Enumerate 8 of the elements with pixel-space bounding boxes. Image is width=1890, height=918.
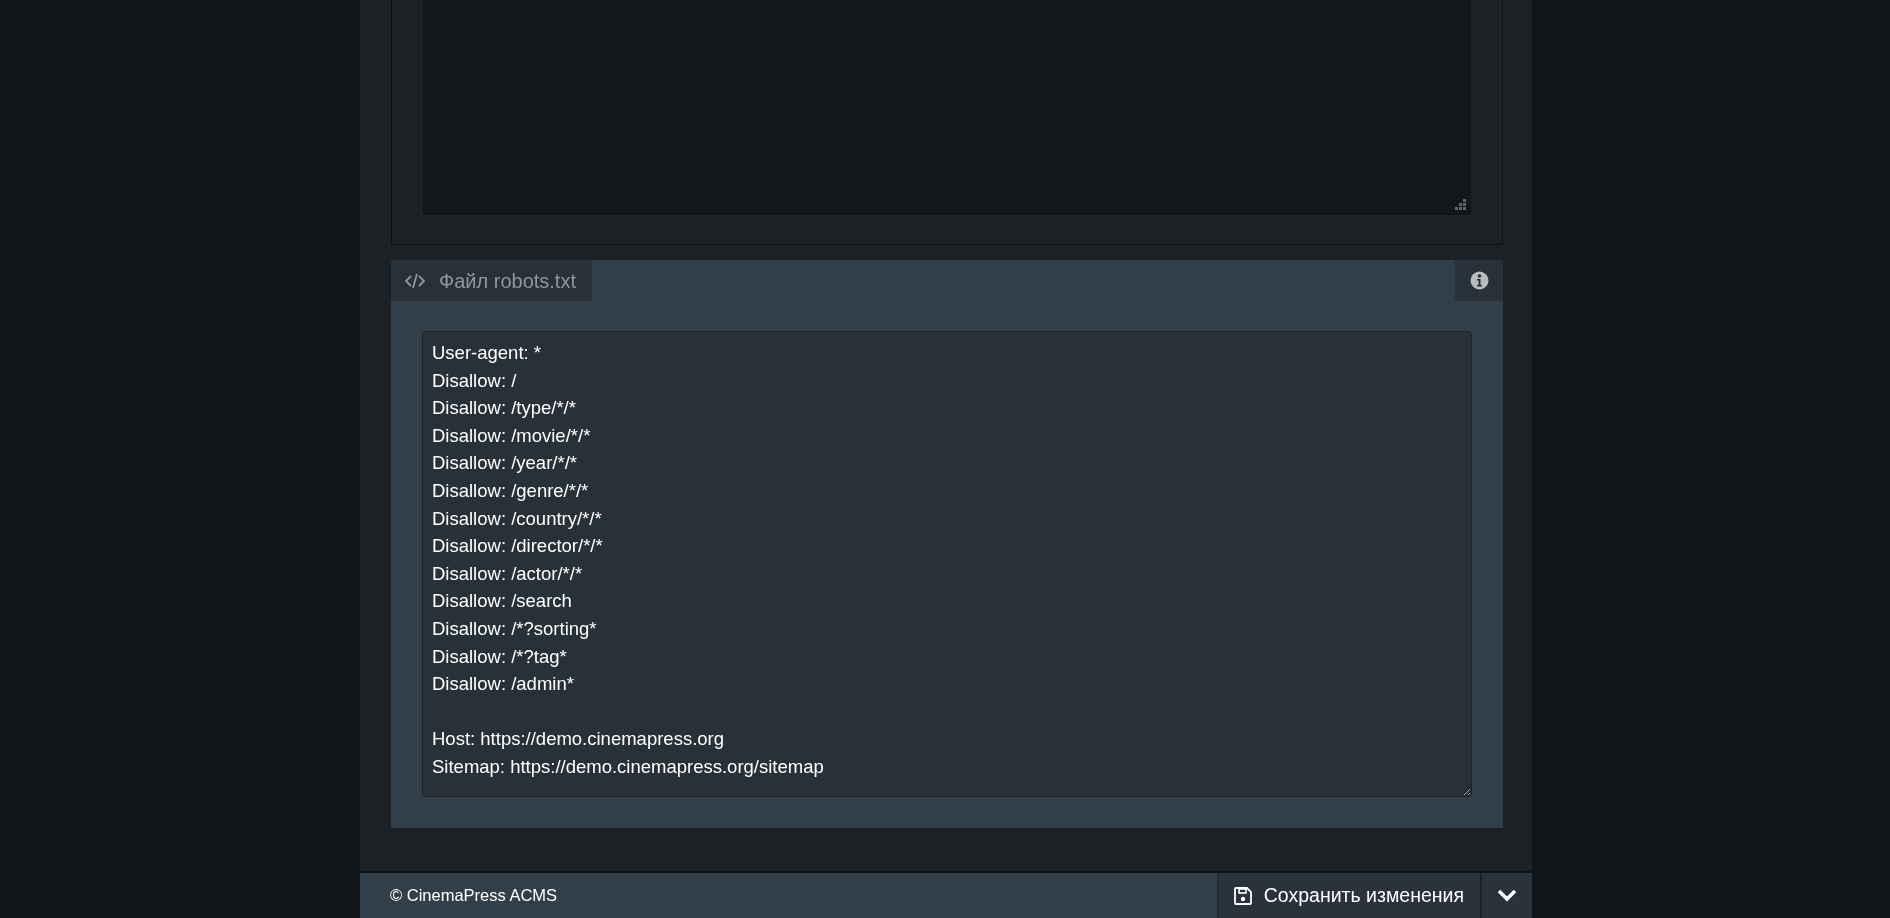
code-icon xyxy=(405,272,425,289)
robots-text-area[interactable]: User-agent: * Disallow: / Disallow: /type/*/* Disallow: /movie/*/* Disallow: /year/*/* Disallow: /genre/*/* Disallow: /country/*/* Disallow: /director/*/* Disallow: /actor/*/* Disallow: /search Disallow: /*?sorting* Disallow: /*?tag* Disallow: /admin* Host: https://demo.cinemapress.org Sitemap: https://demo.cinemapress.org/sitemap xyxy=(422,331,1472,797)
info-icon[interactable] xyxy=(1455,260,1503,301)
copyright-text: © CinemaPress ACMS xyxy=(389,885,559,907)
save-button[interactable]: Сохранить изменения xyxy=(1216,873,1480,918)
chevron-down-icon[interactable] xyxy=(1480,873,1532,918)
resize-grip-icon[interactable] xyxy=(1455,199,1466,210)
panel-tab[interactable]: Файл robots.txt xyxy=(391,260,592,301)
